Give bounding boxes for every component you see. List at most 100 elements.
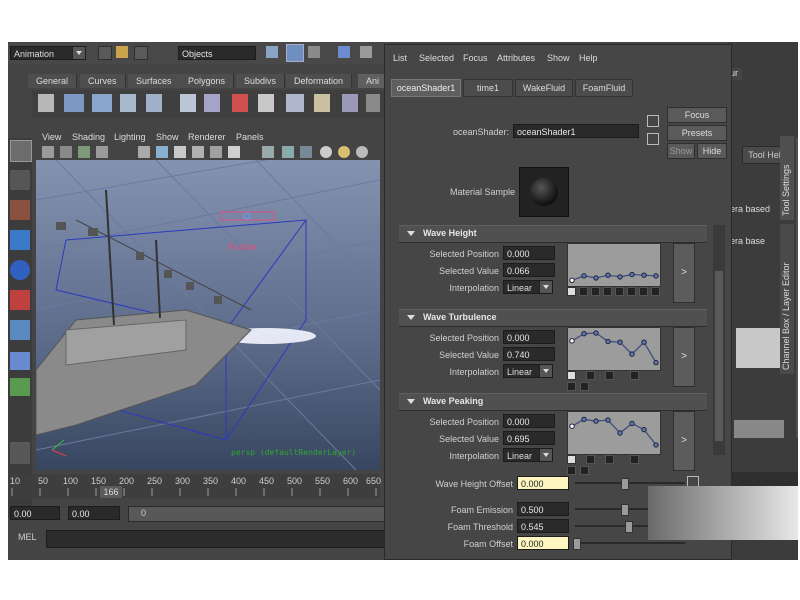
foam-emission-field[interactable]: 0.500	[517, 502, 569, 516]
wave-turbulence-ramp[interactable]	[567, 327, 661, 371]
viewport-menu-renderer[interactable]: Renderer	[188, 130, 226, 144]
constraint-icon[interactable]	[232, 94, 248, 112]
wt-interp-select[interactable]: Linear	[503, 364, 553, 378]
wave-turbulence-expand-button[interactable]: >	[673, 327, 695, 387]
foam-offset-field[interactable]: 0.000	[517, 536, 569, 550]
ramp-point[interactable]	[641, 339, 647, 345]
layout-icon[interactable]	[10, 442, 30, 464]
foam-emission-knob[interactable]	[621, 504, 629, 516]
ramp-point[interactable]	[605, 338, 611, 345]
shader-name-field[interactable]: oceanShader1	[513, 124, 639, 138]
wp-interp-select[interactable]: Linear	[503, 448, 553, 462]
set-key-icon[interactable]	[38, 94, 54, 112]
ramp-point[interactable]	[629, 351, 635, 357]
hide-button[interactable]: Hide	[697, 143, 727, 159]
foam-threshold-field[interactable]: 0.545	[517, 519, 569, 533]
skeleton-icon[interactable]	[120, 94, 136, 112]
ramp-point[interactable]	[581, 416, 587, 423]
ramp-point[interactable]	[605, 272, 611, 278]
ramp-point[interactable]	[653, 442, 659, 448]
tab-foamfluid[interactable]: FoamFluid	[575, 79, 633, 97]
foam-offset-knob[interactable]	[573, 538, 581, 550]
wh-position-field[interactable]: 0.000	[503, 246, 555, 260]
character-icon[interactable]	[146, 94, 162, 112]
parent-joint-icon[interactable]	[286, 94, 304, 112]
tool-settings-tab[interactable]: Tool Settings	[780, 136, 794, 220]
ramp-point[interactable]	[581, 330, 587, 337]
snap-grid-icon[interactable]	[338, 46, 350, 58]
viewport-menu-view[interactable]: View	[42, 130, 61, 144]
objects-field[interactable]: Objects	[178, 46, 256, 60]
foam-threshold-knob[interactable]	[625, 521, 633, 533]
wave-height-offset-field[interactable]: 0.000	[517, 476, 569, 490]
attr-scrollbar[interactable]	[713, 225, 725, 455]
motion-blur-icon[interactable]	[356, 146, 368, 158]
menu-help[interactable]: Help	[579, 51, 598, 65]
output-connection-icon[interactable]	[647, 133, 659, 145]
wt-position-field[interactable]: 0.000	[503, 330, 555, 344]
ramp-point[interactable]	[569, 423, 575, 429]
tab-time1[interactable]: time1	[463, 79, 513, 97]
viewport-menu-shading[interactable]: Shading	[72, 130, 105, 144]
focus-button[interactable]: Focus	[667, 107, 727, 123]
grid-icon[interactable]	[138, 146, 150, 158]
show-button[interactable]: Show	[667, 143, 695, 159]
paint-weights-icon[interactable]	[342, 94, 358, 112]
ramp-point[interactable]	[653, 273, 659, 279]
joint-orient-icon[interactable]	[258, 94, 274, 112]
scale-tool-icon[interactable]	[10, 290, 30, 310]
channel-box-tab[interactable]: Channel Box / Layer Editor	[780, 224, 794, 374]
lights-icon[interactable]	[210, 146, 222, 158]
ik-spline-icon[interactable]	[92, 94, 112, 112]
new-scene-icon[interactable]	[98, 46, 112, 60]
viewport-3d[interactable]: Rudder persp (defaultRenderLayer)	[36, 160, 380, 470]
input-connection-icon[interactable]	[647, 115, 659, 127]
ramp-point[interactable]	[605, 417, 611, 423]
wireframe-icon[interactable]	[156, 146, 168, 158]
select-tool-icon[interactable]	[10, 140, 32, 162]
wave-peaking-expand-button[interactable]: >	[673, 411, 695, 471]
command-input[interactable]	[46, 530, 386, 548]
ramp-point[interactable]	[569, 277, 575, 283]
ramp-point[interactable]	[593, 330, 599, 336]
ramp-point[interactable]	[569, 338, 575, 344]
wp-value-field[interactable]: 0.695	[503, 431, 555, 445]
more-shelf-icon[interactable]	[366, 94, 380, 112]
wt-value-field[interactable]: 0.740	[503, 347, 555, 361]
last-tool-icon[interactable]	[10, 378, 30, 396]
ramp-point[interactable]	[617, 274, 623, 280]
smooth-shade-icon[interactable]	[174, 146, 186, 158]
bind-skin-icon[interactable]	[314, 94, 330, 112]
ik-handle-icon[interactable]	[64, 94, 84, 112]
mode-select[interactable]: Animation	[10, 46, 86, 60]
ramp-point[interactable]	[617, 339, 623, 345]
material-sample-swatch[interactable]	[519, 167, 569, 217]
shadows-icon[interactable]	[228, 146, 240, 158]
ramp-point[interactable]	[641, 272, 647, 278]
menu-attributes[interactable]: Attributes	[497, 51, 535, 65]
menu-focus[interactable]: Focus	[463, 51, 488, 65]
shelf-tab-surfaces[interactable]: Surfaces	[128, 74, 181, 88]
wave-height-expand-button[interactable]: >	[673, 243, 695, 303]
wave-height-ramp[interactable]	[567, 243, 661, 287]
rotate-tool-icon[interactable]	[10, 260, 30, 280]
ramp-point[interactable]	[593, 418, 599, 424]
menu-show[interactable]: Show	[547, 51, 570, 65]
path-animation-icon[interactable]	[204, 94, 220, 112]
select-by-hierarchy-icon[interactable]	[266, 46, 278, 58]
select-by-object-icon[interactable]	[286, 44, 304, 62]
save-icon[interactable]	[134, 46, 148, 60]
shelf-tab-polygons[interactable]: Polygons	[180, 74, 235, 88]
joint-tool-icon[interactable]	[180, 94, 196, 112]
wp-position-field[interactable]: 0.000	[503, 414, 555, 428]
wave-peaking-ramp[interactable]	[567, 411, 661, 455]
start-time-field[interactable]: 0.00	[10, 506, 60, 520]
ramp-point[interactable]	[653, 359, 659, 366]
shelf-tab-general[interactable]: General	[28, 74, 78, 88]
foam-offset-slider[interactable]	[575, 542, 685, 544]
wave-height-keys[interactable]	[567, 287, 661, 297]
wave-height-offset-slider[interactable]	[575, 482, 685, 484]
image-plane-icon[interactable]	[96, 146, 108, 158]
snap-curve-icon[interactable]	[360, 46, 372, 58]
ramp-point[interactable]	[629, 271, 635, 278]
